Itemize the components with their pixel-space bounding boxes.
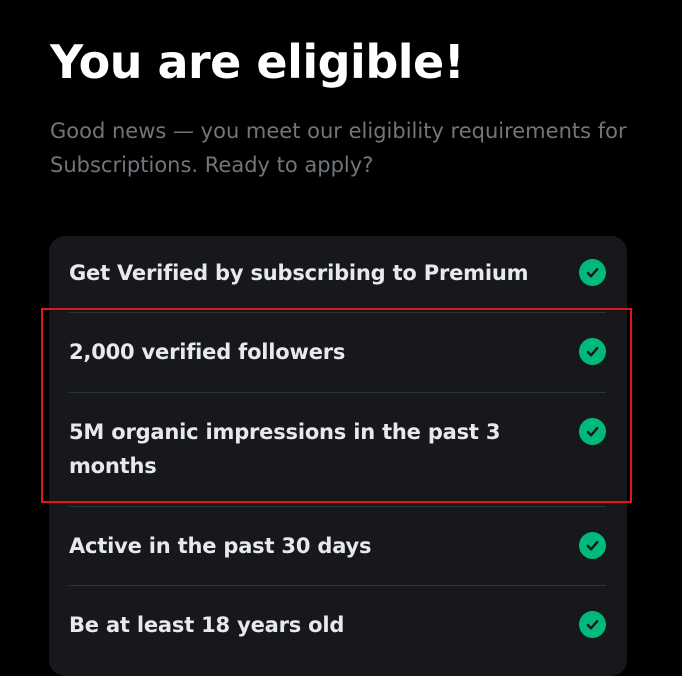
divider xyxy=(69,585,606,586)
check-circle-icon xyxy=(579,611,606,638)
check-circle-icon xyxy=(579,338,606,365)
requirement-row-impressions: 5M organic impressions in the past 3 mon… xyxy=(69,415,606,483)
requirement-label: Get Verified by subscribing to Premium xyxy=(69,261,529,285)
requirement-row-age: Be at least 18 years old xyxy=(69,608,606,642)
check-circle-icon xyxy=(579,259,606,286)
page-subtitle: Good news — you meet our eligibility req… xyxy=(50,119,627,177)
requirement-row-active: Active in the past 30 days xyxy=(69,529,606,563)
divider xyxy=(69,312,606,313)
page-title: You are eligible! xyxy=(50,35,465,89)
divider xyxy=(69,506,606,507)
requirement-label: Be at least 18 years old xyxy=(69,613,345,637)
check-circle-icon xyxy=(579,418,606,445)
requirement-label: Active in the past 30 days xyxy=(69,534,372,558)
check-circle-icon xyxy=(579,532,606,559)
divider xyxy=(69,392,606,393)
requirement-label: 2,000 verified followers xyxy=(69,340,346,364)
requirement-row-premium: Get Verified by subscribing to Premium xyxy=(69,256,606,290)
requirement-label: 5M organic impressions in the past 3 mon… xyxy=(69,420,501,478)
requirements-list: Get Verified by subscribing to Premium 2… xyxy=(49,236,627,676)
requirement-row-followers: 2,000 verified followers xyxy=(69,335,606,369)
